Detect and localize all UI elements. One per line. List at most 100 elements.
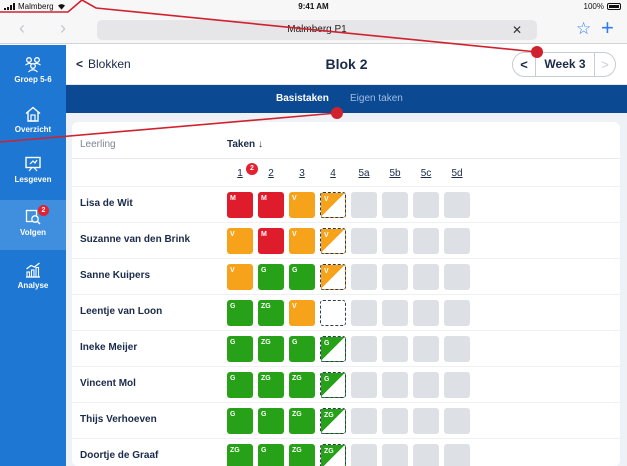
future-task-cell[interactable] (444, 264, 470, 290)
future-task-cell[interactable] (413, 372, 439, 398)
task-number-4[interactable]: 4 (320, 168, 346, 179)
task-number-5d[interactable]: 5d (444, 168, 470, 179)
future-task-cell[interactable] (413, 228, 439, 254)
future-task-cell[interactable] (351, 372, 377, 398)
sidebar-item-lesgeven[interactable]: Lesgeven (0, 147, 66, 197)
future-task-cell[interactable] (382, 228, 408, 254)
future-task-cell[interactable] (413, 192, 439, 218)
in-progress-cell[interactable]: V (320, 228, 346, 254)
future-task-cell[interactable] (382, 264, 408, 290)
future-task-cell[interactable] (351, 444, 377, 466)
student-name[interactable]: Ineke Meijer (80, 342, 137, 353)
student-name[interactable]: Vincent Mol (80, 378, 136, 389)
empty-cell[interactable] (320, 300, 346, 326)
student-name[interactable]: Lisa de Wit (80, 198, 133, 209)
future-task-cell[interactable] (444, 192, 470, 218)
future-task-cell[interactable] (413, 444, 439, 466)
score-cell[interactable]: ZG (289, 372, 315, 398)
future-task-cell[interactable] (413, 408, 439, 434)
task-number-5c[interactable]: 5c (413, 168, 439, 179)
score-cell[interactable]: V (227, 264, 253, 290)
column-header-taken[interactable]: Taken ↓ (227, 139, 263, 150)
in-progress-cell[interactable]: V (320, 264, 346, 290)
future-task-cell[interactable] (351, 408, 377, 434)
score-cell[interactable]: V (289, 228, 315, 254)
score-cell[interactable]: G (227, 300, 253, 326)
score-cell[interactable]: G (289, 264, 315, 290)
score-cell[interactable]: V (289, 192, 315, 218)
future-task-cell[interactable] (351, 264, 377, 290)
score-cell[interactable]: ZG (289, 444, 315, 466)
task-number-2[interactable]: 2 (258, 168, 284, 179)
future-task-cell[interactable] (382, 408, 408, 434)
score-cell[interactable]: G (258, 408, 284, 434)
future-task-cell[interactable] (351, 336, 377, 362)
score-cell[interactable]: G (289, 336, 315, 362)
score-cell[interactable]: ZG (258, 336, 284, 362)
table-row[interactable]: Doortje de Graaf ZG G ZG ZG (72, 438, 620, 466)
future-task-cell[interactable] (413, 264, 439, 290)
future-task-cell[interactable] (382, 300, 408, 326)
sidebar-item-analyse[interactable]: Analyse (0, 253, 66, 303)
in-progress-cell[interactable]: V (320, 192, 346, 218)
student-name[interactable]: Suzanne van den Brink (80, 234, 190, 245)
student-name[interactable]: Leentje van Loon (80, 306, 162, 317)
table-row[interactable]: Sanne Kuipers V G G V (72, 258, 620, 294)
future-task-cell[interactable] (351, 228, 377, 254)
student-name[interactable]: Thijs Verhoeven (80, 414, 157, 425)
table-row[interactable]: Suzanne van den Brink V M V V (72, 222, 620, 258)
score-cell[interactable]: V (289, 300, 315, 326)
table-row[interactable]: Ineke Meijer G ZG G G (72, 330, 620, 366)
score-cell[interactable]: M (258, 192, 284, 218)
score-cell[interactable]: G (227, 408, 253, 434)
score-cell[interactable]: G (227, 336, 253, 362)
score-cell[interactable]: ZG (258, 372, 284, 398)
clear-url-icon[interactable]: ✕ (512, 23, 522, 37)
score-cell[interactable]: ZG (258, 300, 284, 326)
column-header-leerling[interactable]: Leerling (80, 139, 116, 150)
in-progress-cell[interactable]: ZG (320, 408, 346, 434)
back-to-blokken-link[interactable]: < Blokken (76, 57, 131, 71)
future-task-cell[interactable] (351, 300, 377, 326)
score-cell[interactable]: G (258, 264, 284, 290)
new-tab-plus-icon[interactable]: + (601, 17, 614, 39)
score-cell[interactable]: ZG (227, 444, 253, 466)
future-task-cell[interactable] (413, 300, 439, 326)
table-row[interactable]: Lisa de Wit M M V V (72, 186, 620, 222)
score-cell[interactable]: M (227, 192, 253, 218)
future-task-cell[interactable] (382, 444, 408, 466)
score-cell[interactable]: G (227, 372, 253, 398)
sidebar-item-volgen[interactable]: 2 Volgen (0, 200, 66, 250)
table-row[interactable]: Vincent Mol G ZG ZG G (72, 366, 620, 402)
previous-week-button[interactable]: < (513, 53, 536, 76)
future-task-cell[interactable] (444, 228, 470, 254)
future-task-cell[interactable] (444, 300, 470, 326)
table-row[interactable]: Leentje van Loon G ZG V (72, 294, 620, 330)
in-progress-cell[interactable]: G (320, 372, 346, 398)
student-name[interactable]: Doortje de Graaf (80, 450, 158, 461)
back-arrow-icon[interactable]: ‹ (19, 18, 25, 38)
future-task-cell[interactable] (444, 336, 470, 362)
future-task-cell[interactable] (413, 336, 439, 362)
task-number-5b[interactable]: 5b (382, 168, 408, 179)
sidebar-item-groep[interactable]: Groep 5-6 (0, 47, 66, 97)
score-cell[interactable]: V (227, 228, 253, 254)
forward-arrow-icon[interactable]: › (60, 18, 66, 38)
score-cell[interactable]: ZG (289, 408, 315, 434)
tab-eigen-taken[interactable]: Eigen taken (350, 93, 403, 105)
address-bar[interactable]: Malmberg P1 (97, 20, 537, 40)
student-name[interactable]: Sanne Kuipers (80, 270, 150, 281)
task-number-5a[interactable]: 5a (351, 168, 377, 179)
in-progress-cell[interactable]: G (320, 336, 346, 362)
future-task-cell[interactable] (444, 408, 470, 434)
score-cell[interactable]: G (258, 444, 284, 466)
tab-basistaken[interactable]: Basistaken (276, 93, 329, 105)
task-number-3[interactable]: 3 (289, 168, 315, 179)
future-task-cell[interactable] (444, 372, 470, 398)
next-week-button[interactable]: > (594, 53, 615, 76)
score-cell[interactable]: M (258, 228, 284, 254)
future-task-cell[interactable] (382, 336, 408, 362)
table-row[interactable]: Thijs Verhoeven G G ZG ZG (72, 402, 620, 438)
future-task-cell[interactable] (382, 372, 408, 398)
bookmark-star-icon[interactable]: ☆ (576, 19, 591, 39)
